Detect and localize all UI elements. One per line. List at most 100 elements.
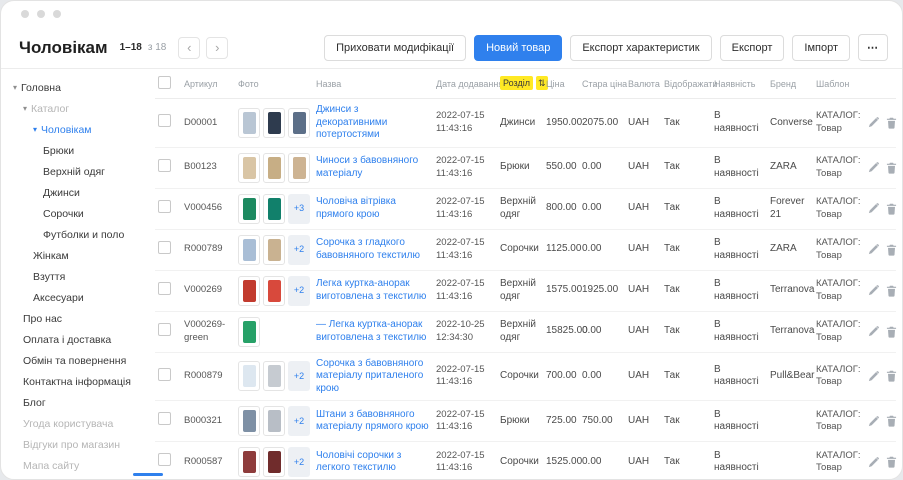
delete-button[interactable] <box>886 203 897 215</box>
delete-button[interactable] <box>886 285 897 297</box>
export-characteristics-button[interactable]: Експорт характеристик <box>570 35 711 61</box>
product-photo-thumbnail[interactable] <box>263 108 285 138</box>
product-name-link[interactable]: Сорочка з гладкого бавовняного текстилю <box>316 237 420 261</box>
row-checkbox[interactable] <box>158 241 171 254</box>
edit-button[interactable] <box>868 244 879 255</box>
product-photo-thumbnail[interactable] <box>263 153 285 183</box>
edit-button[interactable] <box>868 203 879 214</box>
product-photo-thumbnail[interactable] <box>263 194 285 224</box>
product-photo-thumbnail[interactable] <box>238 317 260 347</box>
sidebar-item-7[interactable]: Футболки и поло <box>1 224 147 245</box>
more-actions-button[interactable]: ⋯ <box>858 34 888 61</box>
sidebar-item-6[interactable]: Сорочки <box>1 203 147 224</box>
import-button[interactable]: Імпорт <box>792 35 850 61</box>
window-maximize-button[interactable] <box>53 10 61 18</box>
edit-button[interactable] <box>868 371 879 382</box>
edit-button[interactable] <box>868 326 879 337</box>
row-checkbox[interactable] <box>158 368 171 381</box>
sidebar-item-0[interactable]: ▾Головна <box>1 77 147 98</box>
product-name-link[interactable]: Чоловіча вітрівка прямого крою <box>316 196 396 220</box>
sidebar-item-4[interactable]: Верхній одяг <box>1 161 147 182</box>
product-photo-thumbnail[interactable] <box>288 108 310 138</box>
prev-page-button[interactable]: ‹ <box>178 37 200 59</box>
sidebar-item-2[interactable]: ▾Чоловікам <box>1 119 147 140</box>
product-name-link[interactable]: Чиноси з бавовняного матеріалу <box>316 155 418 179</box>
product-photo-thumbnail[interactable] <box>263 447 285 477</box>
sidebar-item-15[interactable]: Блог <box>1 392 147 413</box>
row-checkbox[interactable] <box>158 412 171 425</box>
product-photo-thumbnail[interactable] <box>263 276 285 306</box>
product-photo-thumbnail[interactable] <box>238 153 260 183</box>
sidebar-item-11[interactable]: Про нас <box>1 308 147 329</box>
sidebar-item-14[interactable]: Контактна інформація <box>1 371 147 392</box>
product-photo-thumbnail[interactable] <box>238 276 260 306</box>
delete-button[interactable] <box>886 326 897 338</box>
row-checkbox[interactable] <box>158 282 171 295</box>
column-header-select <box>155 69 181 99</box>
delete-button[interactable] <box>886 162 897 174</box>
row-checkbox[interactable] <box>158 200 171 213</box>
more-photos-badge[interactable]: +2 <box>288 235 310 265</box>
product-photo-thumbnail[interactable] <box>288 153 310 183</box>
delete-button[interactable] <box>886 117 897 129</box>
row-price-cell: 550.00 <box>543 147 579 188</box>
product-photo-thumbnail[interactable] <box>238 108 260 138</box>
new-product-button[interactable]: Новий товар <box>474 35 562 61</box>
more-photos-badge[interactable]: +2 <box>288 447 310 477</box>
sidebar-item-13[interactable]: Обмін та повернення <box>1 350 147 371</box>
sidebar-item-8[interactable]: Жінкам <box>1 245 147 266</box>
edit-button[interactable] <box>868 162 879 173</box>
delete-button[interactable] <box>886 456 897 468</box>
product-photo-thumbnail[interactable] <box>263 361 285 391</box>
product-photo-thumbnail[interactable] <box>238 361 260 391</box>
row-checkbox[interactable] <box>158 453 171 466</box>
row-actions-cell <box>865 270 896 311</box>
more-photos-badge[interactable]: +3 <box>288 194 310 224</box>
delete-button[interactable] <box>886 370 897 382</box>
more-photos-badge[interactable]: +2 <box>288 361 310 391</box>
product-name-link[interactable]: Джинси з декоративними потертостями <box>316 104 387 140</box>
sidebar-item-3[interactable]: Брюки <box>1 140 147 161</box>
product-photo-thumbnail[interactable] <box>238 406 260 436</box>
window-minimize-button[interactable] <box>37 10 45 18</box>
row-checkbox[interactable] <box>158 323 171 336</box>
section-value: Брюки <box>500 415 530 426</box>
sidebar-item-10[interactable]: Аксесуари <box>1 287 147 308</box>
sidebar-item-16[interactable]: Угода користувача <box>1 413 147 434</box>
next-page-button[interactable]: › <box>206 37 228 59</box>
product-name-link[interactable]: — Легка куртка-анорак виготовлена з текс… <box>316 319 426 343</box>
product-name-link[interactable]: Сорочка з бавовняного матеріалу притален… <box>316 358 423 394</box>
product-photos: +2 <box>238 276 310 306</box>
sidebar-item-5[interactable]: Джинси <box>1 182 147 203</box>
edit-button[interactable] <box>868 117 879 128</box>
export-button[interactable]: Експорт <box>720 35 785 61</box>
product-photo-thumbnail[interactable] <box>238 447 260 477</box>
select-all-checkbox[interactable] <box>158 76 171 89</box>
sidebar-item-17[interactable]: Відгуки про магазин <box>1 434 147 455</box>
more-photos-badge[interactable]: +2 <box>288 276 310 306</box>
product-photo-thumbnail[interactable] <box>263 406 285 436</box>
window-close-button[interactable] <box>21 10 29 18</box>
product-photo-thumbnail[interactable] <box>263 235 285 265</box>
product-name-link[interactable]: Чоловічі сорочки з легкого текстилю <box>316 450 401 474</box>
product-name-link[interactable]: Легка куртка-анорак виготовлена з тексти… <box>316 278 426 302</box>
delete-button[interactable] <box>886 244 897 256</box>
row-checkbox[interactable] <box>158 159 171 172</box>
horizontal-scrollbar-thumb[interactable] <box>133 473 163 476</box>
row-checkbox[interactable] <box>158 114 171 127</box>
edit-button[interactable] <box>868 457 879 468</box>
product-photo-thumbnail[interactable] <box>238 235 260 265</box>
column-header-section[interactable]: Розділ⇅ <box>497 69 543 99</box>
more-photos-badge[interactable]: +2 <box>288 406 310 436</box>
sidebar-item-9[interactable]: Взуття <box>1 266 147 287</box>
product-name-link[interactable]: Штани з бавовняного матеріалу прямого кр… <box>316 409 429 433</box>
edit-button[interactable] <box>868 285 879 296</box>
edit-button[interactable] <box>868 416 879 427</box>
delete-button[interactable] <box>886 415 897 427</box>
row-availability-cell: В наявності <box>711 442 767 480</box>
sidebar-item-18[interactable]: Мапа сайту <box>1 455 147 476</box>
sidebar-item-12[interactable]: Оплата і доставка <box>1 329 147 350</box>
hide-modifications-button[interactable]: Приховати модифікації <box>324 35 466 61</box>
sidebar-item-1[interactable]: ▾Каталог <box>1 98 147 119</box>
product-photo-thumbnail[interactable] <box>238 194 260 224</box>
